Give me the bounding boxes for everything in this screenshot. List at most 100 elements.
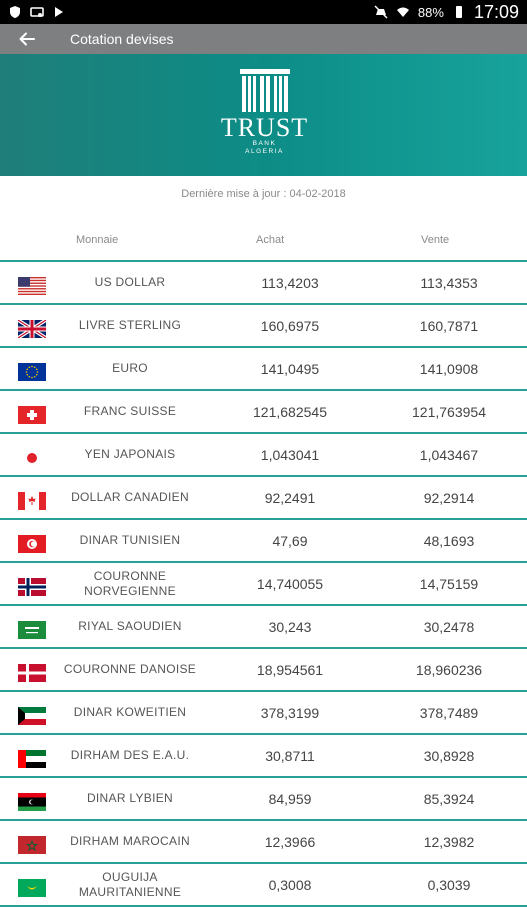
buy-rate: 12,3966 <box>264 833 316 850</box>
flag-mr-icon <box>18 879 46 897</box>
buy-rate: 1,043041 <box>260 446 320 463</box>
sell-rate: 141,0908 <box>419 360 479 377</box>
flag-eu-icon <box>18 363 46 381</box>
currency-name: COURONNE DANOISE <box>63 662 197 676</box>
logo-wordmark: TRUST <box>220 113 309 142</box>
currency-name: DIRHAM MAROCAIN <box>70 834 190 848</box>
header-monnaie: Monnaie <box>76 234 119 246</box>
currency-name: US DOLLAR <box>94 275 166 289</box>
table-row[interactable]: DINAR KOWEITIEN 378,3199 378,7489 <box>0 692 527 735</box>
flag-jp-icon <box>18 449 46 467</box>
table-row[interactable]: COURONNE DANOISE 18,954561 18,960236 <box>0 649 527 692</box>
flag-us-icon <box>18 277 46 295</box>
currency-name: DOLLAR CANADIEN <box>71 490 189 504</box>
sell-rate: 12,3982 <box>423 833 475 850</box>
buy-rate: 84,959 <box>268 790 312 807</box>
app-bar: Cotation devises <box>0 24 527 54</box>
sell-rate: 18,960236 <box>415 661 483 678</box>
back-button[interactable] <box>0 24 54 54</box>
currency-name: LIVRE STERLING <box>78 318 182 332</box>
currency-name: FRANC SUISSE <box>83 404 177 418</box>
header-vente: Vente <box>421 234 450 246</box>
flag-ch-icon <box>18 406 46 424</box>
sell-rate: 30,8928 <box>423 747 475 764</box>
buy-rate: 141,0495 <box>260 360 320 377</box>
battery-icon <box>455 6 462 18</box>
logo-sub-algeria: ALGERIA <box>245 148 284 155</box>
flag-kw-icon <box>18 707 46 725</box>
flag-gb-icon <box>18 320 46 338</box>
sell-rate: 1,043467 <box>419 446 479 463</box>
table-row[interactable]: OUGUIJA MAURITANIENNE 0,3008 0,3039 <box>0 864 527 907</box>
wifi-icon <box>396 7 409 17</box>
buy-rate: 30,8711 <box>265 747 315 764</box>
flag-ae-icon <box>18 750 46 768</box>
status-right-icons: 88% 17:09 <box>374 2 519 23</box>
table-row[interactable]: DINAR TUNISIEN 47,69 48,1693 <box>0 520 527 563</box>
currency-name: DINAR TUNISIEN <box>79 533 181 547</box>
table-row[interactable]: EURO 141,0495 141,0908 <box>0 348 527 391</box>
currency-name: YEN JAPONAIS <box>84 447 176 461</box>
flag-ma-icon <box>18 836 46 854</box>
sell-rate: 113,4353 <box>420 274 478 291</box>
table-row[interactable]: YEN JAPONAIS 1,043041 1,043467 <box>0 434 527 477</box>
buy-rate: 92,2491 <box>264 489 316 506</box>
last-update: Dernière mise à jour : 04-02-2018 <box>181 188 346 200</box>
currency-name: DIRHAM DES E.A.U. <box>70 748 190 762</box>
cast-icon <box>30 7 44 17</box>
table-row[interactable]: DIRHAM MAROCAIN 12,3966 12,3982 <box>0 821 527 864</box>
sell-rate: 160,7871 <box>419 317 479 334</box>
table-row[interactable]: DOLLAR CANADIEN 92,2491 92,2914 <box>0 477 527 520</box>
buy-rate: 121,682545 <box>253 403 327 420</box>
currency-name: RIYAL SAOUDIEN <box>78 619 182 633</box>
flag-sa-icon <box>18 621 46 639</box>
currency-name: DINAR LYBIEN <box>86 791 174 805</box>
shield-icon <box>10 6 20 18</box>
sell-rate: 14,75159 <box>419 575 479 592</box>
buy-rate: 30,243 <box>268 618 312 635</box>
buy-rate: 47,69 <box>272 532 308 549</box>
sell-rate: 48,1693 <box>423 532 475 549</box>
currency-name: COURONNE NORVEGIENNE <box>84 568 176 598</box>
buy-rate: 160,6975 <box>260 317 320 334</box>
currency-name: DINAR KOWEITIEN <box>73 705 187 719</box>
currency-name: OUGUIJA MAURITANIENNE <box>78 869 182 899</box>
header-achat: Achat <box>256 234 285 246</box>
sell-rate: 121,763954 <box>412 403 486 420</box>
logo-mark-icon <box>239 69 290 112</box>
table-row[interactable]: FRANC SUISSE 121,682545 121,763954 <box>0 391 527 434</box>
flag-no-icon <box>18 578 46 596</box>
buy-rate: 14,740055 <box>256 575 324 592</box>
status-bar: 88% 17:09 <box>0 0 527 24</box>
currency-name: EURO <box>112 361 148 375</box>
table-row[interactable]: LIVRE STERLING 160,6975 160,7871 <box>0 305 527 348</box>
rates-table: US DOLLAR 113,4203 113,4353 LIVRE STERLING 1… <box>0 260 527 907</box>
buy-rate: 0,3008 <box>268 876 312 893</box>
table-row[interactable]: COURONNE NORVEGIENNE 14,740055 14,75159 <box>0 563 527 606</box>
arrow-left-icon <box>19 32 35 46</box>
table-row[interactable]: RIYAL SAOUDIEN 30,243 30,2478 <box>0 606 527 649</box>
table-header: Monnaie Achat Vente <box>0 230 527 250</box>
play-store-icon <box>55 7 63 17</box>
sell-rate: 378,7489 <box>419 704 479 721</box>
flag-ca-icon <box>18 492 46 510</box>
buy-rate: 18,954561 <box>256 661 324 678</box>
logo-sub-bank: BANK <box>252 140 277 147</box>
page-title: Cotation devises <box>70 31 174 47</box>
mute-icon <box>374 5 388 19</box>
flag-dk-icon <box>18 664 46 682</box>
bank-banner: TRUST BANK ALGERIA <box>0 54 527 176</box>
buy-rate: 378,3199 <box>260 704 320 721</box>
table-row[interactable]: DIRHAM DES E.A.U. 30,8711 30,8928 <box>0 735 527 778</box>
status-left-icons <box>8 5 66 19</box>
sell-rate: 92,2914 <box>423 489 475 506</box>
sell-rate: 85,3924 <box>423 790 475 807</box>
clock: 17:09 <box>473 1 519 22</box>
buy-rate: 113,4203 <box>261 274 319 291</box>
table-row[interactable]: DINAR LYBIEN 84,959 85,3924 <box>0 778 527 821</box>
sell-rate: 0,3039 <box>427 876 471 893</box>
flag-tn-icon <box>18 535 46 553</box>
trust-bank-logo: TRUST BANK ALGERIA <box>221 68 308 156</box>
flag-ly-icon <box>18 793 46 811</box>
table-row[interactable]: US DOLLAR 113,4203 113,4353 <box>0 262 527 305</box>
